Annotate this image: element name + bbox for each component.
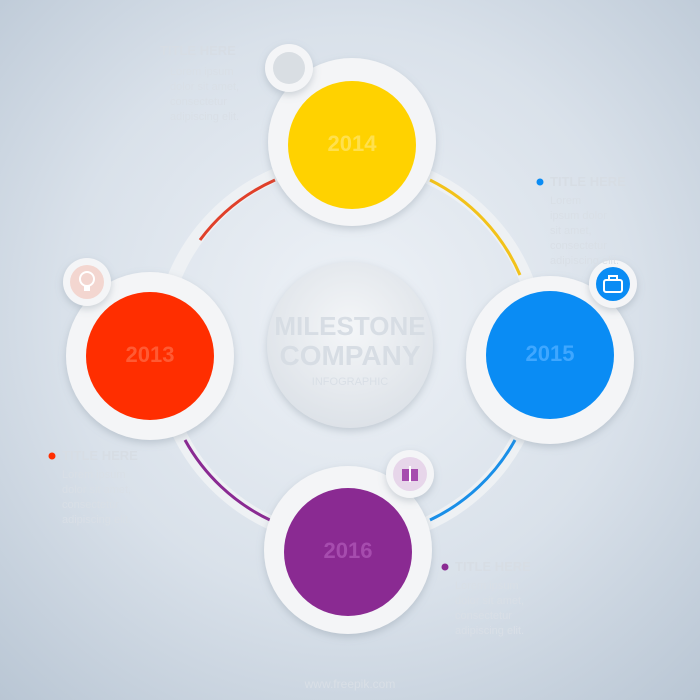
note-line: dolor sit amet,: [170, 81, 239, 93]
node-top[interactable]: 2014: [265, 44, 436, 226]
note-line: consectetur: [550, 240, 607, 252]
node-bottom-label: 2016: [324, 538, 373, 563]
note-right: TITLE HERE Lorem ipsum dolor sit amet, c…: [536, 174, 626, 267]
dot-icon: [265, 44, 313, 92]
milestone-diagram: MILESTONE COMPANY INFOGRAPHIC 2014 2015 …: [48, 43, 637, 691]
note-line: Lorem ipsum: [170, 66, 234, 78]
note-line: Lorem ipsum: [62, 469, 126, 481]
node-bottom[interactable]: 2016: [264, 450, 434, 634]
note-line: adipiscing elit.: [170, 111, 239, 123]
node-left-label: 2013: [126, 342, 175, 367]
note-line: adipiscing elit.: [550, 255, 619, 267]
center-subtitle: INFOGRAPHIC: [312, 376, 388, 388]
center-hub: MILESTONE COMPANY INFOGRAPHIC: [267, 262, 433, 428]
note-line: Lorem ipsum: [455, 580, 519, 592]
node-right-label: 2015: [526, 341, 575, 366]
note-line: ipsum dolor: [550, 210, 607, 222]
briefcase-icon: [589, 260, 637, 308]
note-line: consectetur: [62, 499, 119, 511]
note-line: Lorem: [550, 195, 581, 207]
note-bullet: [536, 178, 544, 186]
gift-icon: [386, 450, 434, 498]
node-right[interactable]: 2015: [466, 260, 637, 444]
note-line: dolor sit amet,: [455, 595, 524, 607]
connector-arc-yellow: [429, 178, 522, 276]
note-line: sit amet,: [550, 225, 592, 237]
center-title-line1: MILESTONE: [274, 311, 425, 341]
note-bottom-left: TITLE HERE Lorem ipsum dolor sit amet, c…: [48, 448, 138, 526]
note-line: consectetur: [455, 610, 512, 622]
note-line: dolor sit amet,: [62, 484, 131, 496]
note-line: adipiscing elit.: [455, 625, 524, 637]
note-title: TITLE HERE: [550, 174, 626, 189]
note-bullet: [48, 452, 56, 460]
note-bottom-right: TITLE HERE Lorem ipsum dolor sit amet, c…: [441, 559, 531, 637]
note-line: adipiscing elit.: [62, 514, 131, 526]
node-left[interactable]: 2013: [63, 258, 234, 440]
center-title-line2: COMPANY: [279, 340, 420, 371]
note-title: TITLE HERE: [160, 43, 236, 58]
note-top-left: TITLE HERE Lorem ipsum dolor sit amet, c…: [160, 43, 239, 123]
note-title: TITLE HERE: [455, 559, 531, 574]
note-line: consectetur: [170, 96, 227, 108]
note-title: TITLE HERE: [62, 448, 138, 463]
lightbulb-icon: [63, 258, 111, 306]
note-bullet: [441, 563, 449, 571]
watermark: www.freepik.com: [304, 677, 396, 691]
node-top-label: 2014: [328, 131, 378, 156]
